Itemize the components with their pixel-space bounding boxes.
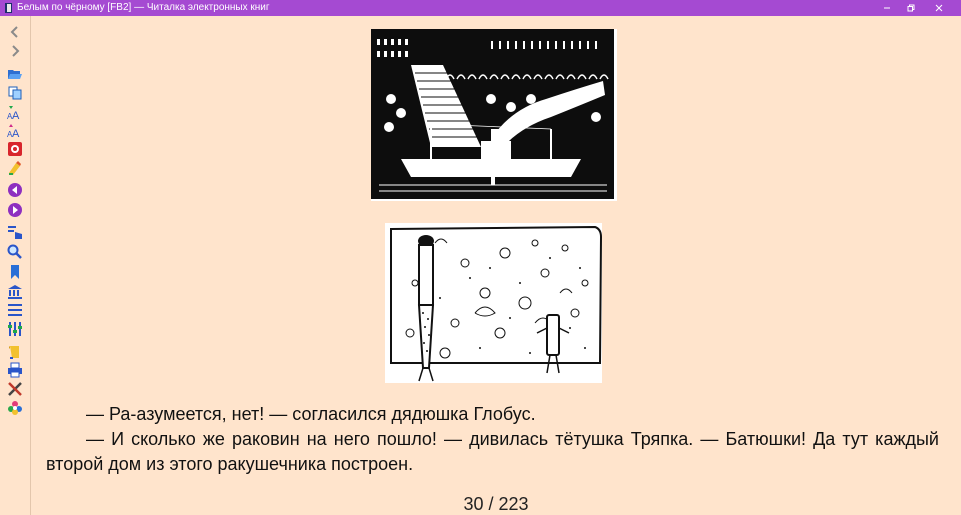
paragraph: — Ра-азумеется, нет! — согласился дядюшк… [86, 404, 536, 424]
paragraph: — И сколько же раковин на него пошло! — … [46, 429, 939, 474]
next-page-button[interactable] [6, 202, 24, 218]
scroll-button[interactable] [6, 344, 24, 360]
next-page-icon [8, 203, 22, 217]
page-indicator: 30 / 223 [463, 494, 529, 514]
restore-icon [907, 4, 915, 12]
forward-icon [12, 45, 20, 57]
reading-area[interactable]: — Ра-азумеется, нет! — согласился дядюшк… [31, 16, 961, 515]
theme-button[interactable] [6, 400, 24, 416]
library-button[interactable] [6, 284, 24, 300]
font-increase-icon: AA [7, 106, 20, 120]
theme-icon [8, 401, 22, 415]
shell-rock-illustration [385, 223, 602, 383]
help-icon [8, 142, 22, 156]
book-text: — Ра-азумеется, нет! — согласился дядюшк… [46, 402, 939, 477]
harbour-illustration [371, 29, 617, 201]
contents-icon [8, 304, 22, 316]
back-button[interactable] [6, 24, 24, 40]
tools-button[interactable] [6, 381, 24, 397]
go-to-button[interactable] [6, 224, 24, 240]
close-button[interactable] [925, 0, 953, 16]
svg-text:A: A [7, 130, 13, 138]
close-icon [935, 4, 943, 12]
window-title: Белым по чёрному [FB2] — Читалка электро… [17, 2, 270, 13]
font-decrease-button[interactable]: AA [6, 122, 24, 138]
bookmarks-button[interactable] [6, 264, 24, 280]
library-icon [8, 285, 22, 299]
search-button[interactable] [6, 244, 24, 260]
svg-text:A: A [12, 110, 20, 120]
help-button[interactable] [6, 141, 24, 157]
bookmark-add-icon [9, 161, 21, 175]
svg-text:A: A [12, 128, 20, 138]
tools-icon [8, 382, 22, 396]
search-icon [7, 244, 22, 259]
back-icon [10, 26, 18, 38]
bookmarks-icon [11, 265, 19, 279]
copy-icon [8, 86, 22, 100]
print-icon [8, 362, 22, 378]
minimize-icon [884, 7, 890, 9]
copy-button[interactable] [6, 85, 24, 101]
settings-icon [8, 322, 22, 336]
settings-button[interactable] [6, 321, 24, 337]
toolbar: AA AA [0, 16, 31, 515]
svg-text:A: A [7, 112, 13, 120]
bookmark-add-button[interactable] [6, 160, 24, 176]
font-increase-button[interactable]: AA [6, 104, 24, 120]
open-file-button[interactable] [6, 66, 24, 82]
open-file-icon [8, 70, 22, 79]
go-to-icon [8, 226, 22, 239]
app-logo-icon [5, 3, 12, 13]
font-decrease-icon: AA [7, 124, 20, 138]
scroll-icon [9, 346, 19, 359]
contents-button[interactable] [6, 302, 24, 318]
prev-page-button[interactable] [6, 182, 24, 198]
prev-page-icon [8, 183, 22, 197]
forward-button[interactable] [6, 43, 24, 59]
print-button[interactable] [6, 362, 24, 378]
title-bar: Белым по чёрному [FB2] — Читалка электро… [0, 0, 961, 16]
restore-button[interactable] [897, 0, 925, 16]
